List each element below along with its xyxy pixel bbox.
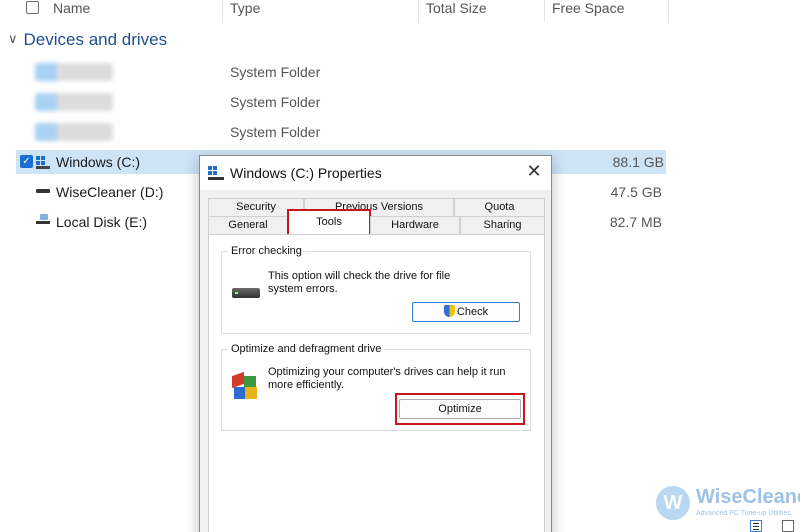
tools-panel: Error checking This option will check th… <box>208 234 545 532</box>
error-checking-group: Error checking This option will check th… <box>221 245 531 334</box>
tab-sharing[interactable]: Sharing <box>460 216 545 234</box>
close-icon[interactable]: ✕ <box>519 158 549 186</box>
error-checking-label: Error checking <box>228 245 305 257</box>
column-header: Name Type Total Size Free Space <box>0 0 800 22</box>
select-all-checkbox[interactable] <box>26 1 39 14</box>
dialog-titlebar[interactable]: Windows (C:) Properties ✕ <box>200 156 551 190</box>
check-button[interactable]: Check <box>412 302 520 322</box>
item-type: System Folder <box>230 124 321 140</box>
list-item[interactable]: System Folder <box>0 90 800 114</box>
column-type[interactable]: Type <box>230 0 260 22</box>
details-view-icon[interactable] <box>750 520 762 532</box>
windows-drive-icon <box>208 166 224 180</box>
list-item[interactable]: System Folder <box>0 60 800 84</box>
tab-tools[interactable]: Tools <box>287 209 371 236</box>
drive-size: 82.7 MB <box>609 214 662 230</box>
group-devices-and-drives[interactable]: ∨ Devices and drives <box>8 30 167 50</box>
blurred-folder-name <box>35 93 113 111</box>
drive-size: 88.1 GB <box>612 154 664 170</box>
tiles-view-icon[interactable] <box>782 520 794 532</box>
column-name[interactable]: Name <box>53 0 90 22</box>
chevron-down-icon: ∨ <box>8 31 18 46</box>
optimize-label: Optimize and defragment drive <box>228 343 385 355</box>
column-free-space[interactable]: Free Space <box>552 0 624 22</box>
optimize-text: Optimizing your computer's drives can he… <box>268 366 506 391</box>
watermark-brand: WiseCleaner <box>696 486 800 508</box>
error-checking-text: This option will check the drive for fil… <box>268 270 451 295</box>
tab-quota[interactable]: Quota <box>454 198 545 216</box>
check-button-label: Check <box>456 306 489 318</box>
tab-general[interactable]: General <box>208 216 288 234</box>
tab-row-1: Security Previous Versions Quota <box>208 198 545 216</box>
tab-row-2: General Tools Hardware Sharing <box>208 209 545 236</box>
tab-hardware[interactable]: Hardware <box>370 216 460 234</box>
drive-name: WiseCleaner (D:) <box>56 184 164 200</box>
drive-name: Windows (C:) <box>56 154 141 170</box>
item-type: System Folder <box>230 64 321 80</box>
usb-drive-icon <box>36 214 50 224</box>
item-type: System Folder <box>230 94 321 110</box>
wisecleaner-watermark: W WiseCleaner Advanced PC Tune-up Utilit… <box>656 484 800 524</box>
row-checkbox[interactable]: ✓ <box>20 155 33 168</box>
wisecleaner-logo: W <box>656 486 690 520</box>
drive-name: Local Disk (E:) <box>56 214 148 230</box>
hard-drive-icon <box>232 288 260 298</box>
column-divider[interactable] <box>418 0 419 22</box>
column-divider[interactable] <box>544 0 545 22</box>
list-item[interactable]: System Folder <box>0 120 800 144</box>
group-label: Devices and drives <box>23 30 168 49</box>
blurred-folder-name <box>35 63 113 81</box>
drive-icon <box>36 189 50 193</box>
column-total-size[interactable]: Total Size <box>426 0 487 22</box>
column-divider[interactable] <box>668 0 669 22</box>
drive-size: 47.5 GB <box>610 184 662 200</box>
defrag-icon <box>232 371 258 400</box>
highlight-box <box>395 393 525 425</box>
column-divider[interactable] <box>222 0 223 22</box>
properties-dialog: Windows (C:) Properties ✕ Security Previ… <box>199 155 552 532</box>
windows-drive-icon <box>36 156 50 169</box>
optimize-group: Optimize and defragment drive Optimizing… <box>221 343 531 431</box>
dialog-title: Windows (C:) Properties <box>230 165 382 181</box>
blurred-folder-name <box>35 123 113 141</box>
uac-shield-icon <box>443 305 455 317</box>
watermark-tagline: Advanced PC Tune-up Utilities <box>696 510 791 517</box>
